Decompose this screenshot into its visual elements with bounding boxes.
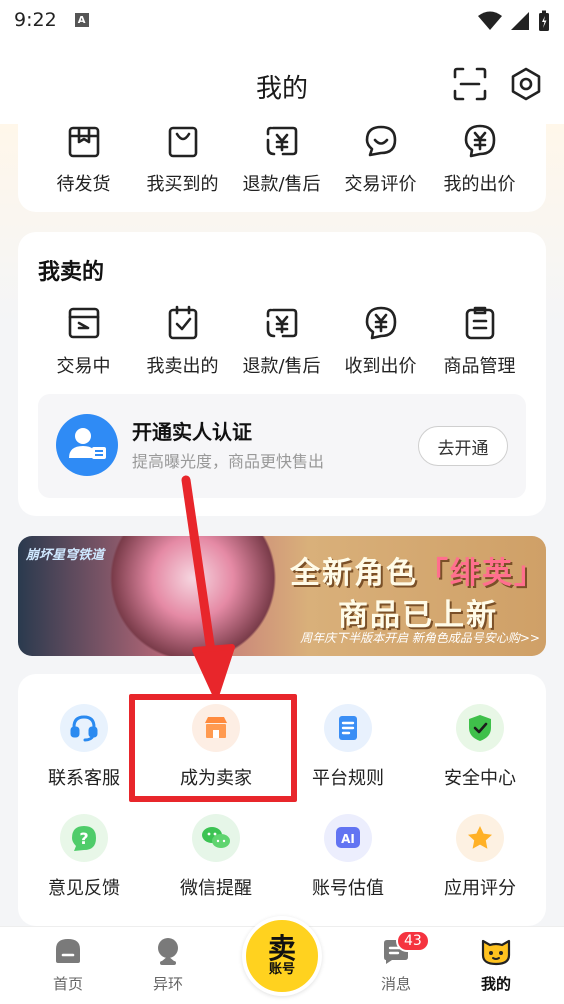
order-item-label: 我买到的 xyxy=(146,174,219,195)
wifi-icon xyxy=(478,11,502,30)
nav-home[interactable]: 首页 xyxy=(28,935,108,994)
status-icons xyxy=(478,10,550,32)
order-item-label: 待发货 xyxy=(56,174,111,195)
sell-item-sold[interactable]: 我卖出的 xyxy=(133,304,232,378)
tool-label: 意见反馈 xyxy=(48,878,120,899)
nav-mine[interactable]: 我的 xyxy=(456,935,536,994)
settings-button[interactable] xyxy=(508,66,544,102)
order-item-bought[interactable]: 我买到的 xyxy=(133,122,232,196)
ai-icon: AI xyxy=(324,814,372,862)
sell-item-manage[interactable]: 商品管理 xyxy=(430,304,529,378)
trading-icon xyxy=(68,307,99,339)
home-icon xyxy=(56,939,80,963)
sell-item-refund[interactable]: 退款/售后 xyxy=(232,304,331,378)
ring-icon xyxy=(158,938,178,965)
bag-icon xyxy=(168,126,197,158)
sell-item-trading[interactable]: 交易中 xyxy=(34,304,133,378)
tool-security-center[interactable]: 安全中心 xyxy=(414,704,546,790)
wechat-icon xyxy=(192,814,240,862)
banner-character-image xyxy=(108,536,278,656)
orders-card: 待发货 我买到的 退款/售后 交易评价 我的出价 xyxy=(18,108,546,212)
order-item-review[interactable]: 交易评价 xyxy=(331,122,430,196)
box-icon xyxy=(68,126,99,158)
svg-text:?: ? xyxy=(79,829,88,848)
sell-item-label: 商品管理 xyxy=(443,356,516,377)
banner-game-logo: 崩坏星穹铁道 xyxy=(26,548,105,563)
tool-label: 平台规则 xyxy=(312,768,384,789)
banner-headline-a: 全新角色 xyxy=(290,556,418,591)
nav-messages-label: 消息 xyxy=(380,975,411,993)
sell-item-label: 交易中 xyxy=(56,356,111,377)
tool-app-rating[interactable]: 应用评分 xyxy=(414,814,546,900)
sell-item-received-bid[interactable]: 收到出价 xyxy=(331,304,430,378)
refund-icon xyxy=(266,126,297,156)
sell-fab-subtitle: 账号 xyxy=(268,962,295,977)
status-time: 9:22 xyxy=(14,9,57,31)
headset-icon xyxy=(60,704,108,752)
verify-banner[interactable]: 开通实人认证 提高曝光度，商品更快售出 去开通 xyxy=(38,394,526,498)
gear-icon xyxy=(511,67,541,101)
orders-row: 待发货 我买到的 退款/售后 交易评价 我的出价 xyxy=(18,122,546,196)
order-item-label: 我的出价 xyxy=(443,174,516,195)
banner-subheadline: 商品已上新 xyxy=(338,598,498,633)
sell-fab-title: 卖 xyxy=(267,932,296,965)
review-icon xyxy=(365,125,396,157)
tool-label: 微信提醒 xyxy=(180,878,252,899)
notification-icon: A xyxy=(74,13,89,27)
signal-icon xyxy=(511,12,529,30)
selling-title: 我卖的 xyxy=(38,260,105,285)
received-bid-icon xyxy=(365,306,396,340)
manage-icon xyxy=(465,306,494,340)
banner-headline: 全新角色「绯英」 xyxy=(290,548,546,592)
refund-icon xyxy=(266,308,297,338)
star-icon xyxy=(456,814,504,862)
verify-subtitle: 提高曝光度，商品更快售出 xyxy=(132,452,325,471)
verify-title: 开通实人认证 xyxy=(132,420,252,444)
nav-ring[interactable]: 异环 xyxy=(128,935,208,994)
svg-text:AI: AI xyxy=(341,832,355,846)
question-icon: ? xyxy=(60,814,108,862)
order-item-label: 交易评价 xyxy=(344,174,417,195)
sell-item-label: 我卖出的 xyxy=(146,356,219,377)
sell-item-label: 退款/售后 xyxy=(242,356,321,377)
nav-home-label: 首页 xyxy=(52,975,83,993)
selling-card: 我卖的 交易中 我卖出的 退款/售后 收到出价 商品管理 开通实人认证 提高曝光… xyxy=(18,232,546,516)
highlight-box xyxy=(129,694,297,802)
tool-feedback[interactable]: ? 意见反馈 xyxy=(18,814,150,900)
tool-label: 联系客服 xyxy=(48,768,120,789)
order-item-refund[interactable]: 退款/售后 xyxy=(232,122,331,196)
sell-item-label: 收到出价 xyxy=(344,356,417,377)
tools-row-2: ? 意见反馈 微信提醒 AI 账号估值 应用评分 xyxy=(18,814,546,900)
tool-label: 安全中心 xyxy=(444,768,516,789)
battery-icon xyxy=(539,10,549,31)
order-item-label: 退款/售后 xyxy=(242,174,321,195)
promo-banner[interactable]: 崩坏星穹铁道 全新角色「绯英」 商品已上新 周年庆下半版本开启 新角色成品号安心… xyxy=(18,536,546,656)
tool-platform-rules[interactable]: 平台规则 xyxy=(282,704,414,790)
sold-icon xyxy=(168,305,197,340)
scan-button[interactable] xyxy=(452,66,488,102)
tool-label: 账号估值 xyxy=(312,878,384,899)
tool-wechat-reminder[interactable]: 微信提醒 xyxy=(150,814,282,900)
banner-footer: 周年庆下半版本开启 新角色成品号安心购>> xyxy=(300,631,540,645)
bid-icon xyxy=(464,124,495,158)
shield-icon xyxy=(456,704,504,752)
enable-verify-button[interactable]: 去开通 xyxy=(418,426,508,466)
selling-row: 交易中 我卖出的 退款/售后 收到出价 商品管理 xyxy=(18,304,546,378)
cat-icon xyxy=(481,939,511,966)
order-item-to-ship[interactable]: 待发货 xyxy=(34,122,133,196)
messages-badge: 43 xyxy=(396,930,430,952)
verify-user-icon xyxy=(56,414,118,476)
sell-account-button[interactable]: 卖 账号 xyxy=(242,916,322,996)
scan-icon xyxy=(453,67,487,101)
order-item-my-bid[interactable]: 我的出价 xyxy=(430,122,529,196)
banner-headline-b: 「绯英」 xyxy=(418,556,546,591)
nav-ring-label: 异环 xyxy=(152,975,183,993)
document-icon xyxy=(324,704,372,752)
nav-mine-label: 我的 xyxy=(480,975,511,993)
status-bar: 9:22 A xyxy=(0,0,564,40)
tool-label: 应用评分 xyxy=(444,878,516,899)
tool-account-valuation[interactable]: AI 账号估值 xyxy=(282,814,414,900)
